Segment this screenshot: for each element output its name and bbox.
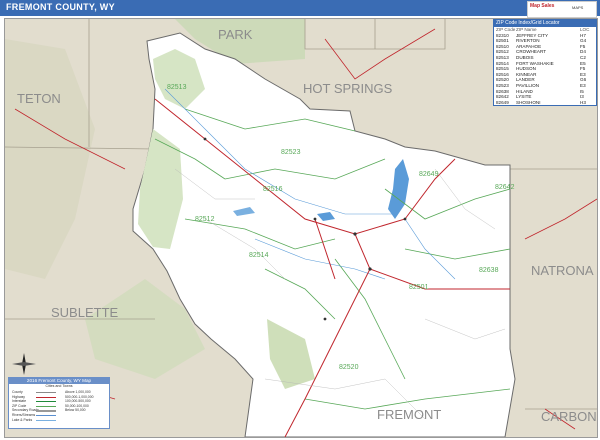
legend-label: Interstate	[12, 399, 27, 404]
legend-label: Lake & Parks	[12, 417, 33, 422]
legend-subtitle: Cities and Towns	[45, 384, 73, 388]
legend-swatch	[36, 401, 56, 403]
zip-label: 82638	[479, 267, 499, 274]
label-fremont: FREMONT	[377, 407, 441, 422]
legend-swatch	[36, 419, 56, 421]
legend-swatch	[36, 414, 56, 417]
map-title: FREMONT COUNTY, WY	[6, 2, 115, 12]
town-marker[interactable]	[203, 137, 207, 141]
zip-label: 82512	[195, 216, 215, 223]
legend-label: Highway	[12, 394, 26, 399]
zip-table-header: ZIP Code Index/Grid Locator	[494, 20, 596, 27]
legend-label: ZIP Code	[12, 403, 27, 408]
label-sublette: SUBLETTE	[51, 305, 119, 320]
table-row[interactable]: 82649 SHOSHONI H3	[494, 100, 596, 106]
town-marker[interactable]	[313, 217, 317, 221]
compass-icon	[10, 352, 38, 376]
map-legend: 2016 Fremont County, WY Map Cities and T…	[8, 377, 110, 429]
town-marker[interactable]	[368, 267, 372, 271]
map-frame: FREMONT COUNTY, WY Map Sales MAPS PARK H…	[0, 0, 600, 440]
label-teton: TETON	[17, 91, 61, 106]
legend-swatch	[36, 392, 56, 394]
legend-label: Secondary Roads	[12, 408, 39, 413]
zip-label: 82649	[419, 171, 439, 178]
cell-zip: 82649	[496, 99, 509, 105]
zip-label: 82516	[263, 186, 283, 193]
title-bar: FREMONT COUNTY, WY	[0, 0, 600, 16]
legend-city: Below 50,000	[65, 408, 86, 413]
zip-index-table: ZIP Code Index/Grid Locator ZIP Code ZIP…	[493, 19, 597, 107]
logo-brand: Map Sales	[530, 3, 555, 9]
town-marker[interactable]	[403, 217, 407, 221]
town-marker[interactable]	[323, 317, 327, 321]
legend-item: Lake & Parks	[12, 418, 106, 423]
zip-label: 82501	[409, 284, 429, 291]
zip-label: 82513	[167, 84, 187, 91]
label-hot-springs: HOT SPRINGS	[303, 81, 393, 96]
label-natrona: NATRONA	[531, 263, 594, 278]
zip-label: 82523	[281, 149, 301, 156]
zip-label: 82514	[249, 252, 269, 259]
legend-cities: Above 1,000,000 500,000-1,000,000 100,00…	[65, 390, 105, 413]
legend-label: County	[12, 390, 23, 394]
legend-swatch	[36, 405, 56, 407]
label-carbon: CARBON	[541, 409, 597, 424]
legend-swatch	[36, 396, 56, 398]
town-marker[interactable]	[353, 232, 357, 236]
zip-label: 82642	[495, 184, 515, 191]
label-park: PARK	[218, 27, 253, 42]
cell-name: SHOSHONI	[516, 99, 541, 105]
cell-loc: H3	[580, 99, 586, 105]
brand-logo: Map Sales MAPS	[527, 1, 597, 18]
zip-label: 82520	[339, 364, 359, 371]
legend-swatch	[36, 410, 56, 412]
legend-label: Rivers/Streams	[12, 412, 36, 417]
logo-tagline: MAPS	[572, 5, 584, 10]
